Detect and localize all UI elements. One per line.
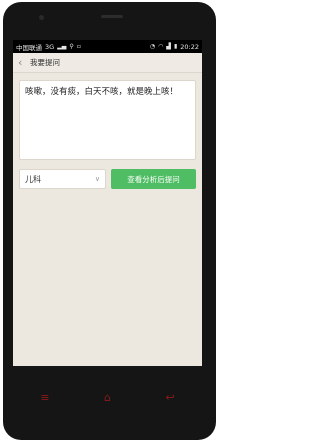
department-select[interactable]: 儿科 ∨ xyxy=(19,169,106,189)
question-textarea[interactable]: 咳嗽，没有痰，白天不咳，就是晚上咳！ xyxy=(19,80,196,160)
submit-label: 查看分析后提问 xyxy=(127,174,180,184)
page-title: 我要提问 xyxy=(30,58,60,67)
battery-icon: ▮ xyxy=(173,42,178,50)
notification-icon: ▫ xyxy=(76,42,81,50)
menu-icon[interactable]: ≡ xyxy=(40,392,49,403)
navigation-bar: ≡ ⌂ ↩ xyxy=(13,382,202,412)
question-text: 咳嗽，没有痰，白天不咳，就是晚上咳！ xyxy=(25,87,179,97)
cell-signal-icon: ▟ xyxy=(166,42,171,50)
submit-button[interactable]: 查看分析后提问 xyxy=(111,169,196,189)
chevron-down-icon: ∨ xyxy=(94,174,100,183)
status-bar: 中国联通 3G ▂▄ ⚲ ▫ ◔ ◠ ▟ ▮ 20:22 xyxy=(13,40,202,53)
carrier-label: 中国联通 xyxy=(16,43,42,52)
earpiece-speaker xyxy=(101,15,123,18)
screen: 中国联通 3G ▂▄ ⚲ ▫ ◔ ◠ ▟ ▮ 20:22 ‹ 我要提问 咳嗽，没… xyxy=(13,40,202,366)
chevron-left-icon[interactable]: ‹ xyxy=(18,57,28,68)
camera-lens xyxy=(39,15,44,20)
back-icon[interactable]: ↩ xyxy=(165,392,174,403)
network-label: 3G xyxy=(45,42,55,51)
header: ‹ 我要提问 xyxy=(13,53,202,73)
phone-frame: 中国联通 3G ▂▄ ⚲ ▫ ◔ ◠ ▟ ▮ 20:22 ‹ 我要提问 咳嗽，没… xyxy=(3,2,216,440)
alarm-icon: ◔ xyxy=(149,42,156,50)
usb-icon: ⚲ xyxy=(69,42,74,50)
wifi-icon: ◠ xyxy=(158,42,164,50)
home-icon[interactable]: ⌂ xyxy=(104,392,111,403)
signal-icon: ▂▄ xyxy=(57,42,67,50)
department-value: 儿科 xyxy=(25,174,41,184)
clock: 20:22 xyxy=(180,42,199,51)
